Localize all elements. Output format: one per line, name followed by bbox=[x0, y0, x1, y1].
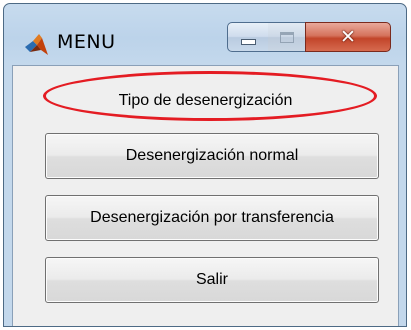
maximize-button[interactable] bbox=[268, 22, 306, 52]
desenergizacion-transferencia-button[interactable]: Desenergización por transferencia bbox=[45, 195, 379, 241]
menu-panel: Tipo de desenergización Desenergización … bbox=[12, 65, 399, 326]
close-button[interactable]: ✕ bbox=[305, 22, 391, 52]
minimize-button[interactable] bbox=[227, 22, 269, 52]
window-title: MENU bbox=[57, 31, 116, 53]
menu-window: MENU ✕ Tipo de desenergización Desenergi… bbox=[3, 3, 407, 327]
matlab-logo-icon bbox=[24, 32, 49, 57]
desenergizacion-normal-button[interactable]: Desenergización normal bbox=[45, 133, 379, 179]
panel-heading: Tipo de desenergización bbox=[118, 92, 293, 109]
maximize-icon bbox=[279, 31, 294, 43]
close-icon: ✕ bbox=[340, 26, 356, 48]
minimize-icon bbox=[240, 39, 256, 45]
salir-button[interactable]: Salir bbox=[45, 257, 379, 303]
